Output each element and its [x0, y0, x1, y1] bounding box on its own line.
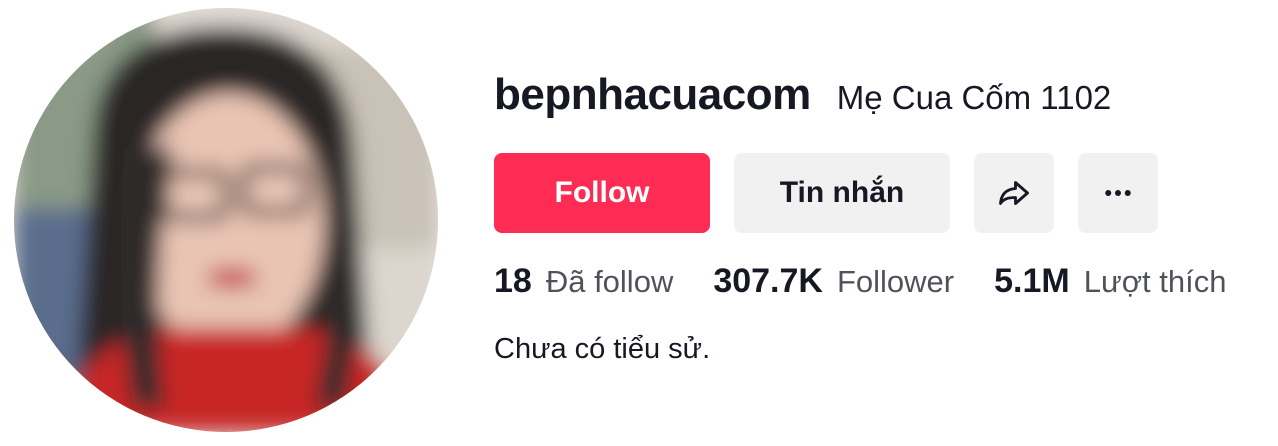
profile-header: bepnhacuacom Mẹ Cua Cốm 1102 Follow Tin … [0, 0, 1278, 446]
follow-button[interactable]: Follow [494, 153, 710, 233]
followers-label: Follower [836, 264, 955, 299]
username: bepnhacuacom [494, 70, 811, 119]
share-arrow-icon [999, 181, 1029, 205]
following-count: 18 [494, 262, 532, 300]
likes-label: Lượt thích [1083, 264, 1227, 299]
message-button[interactable]: Tin nhắn [734, 153, 950, 233]
more-dots-icon [1105, 190, 1131, 196]
bio-text: Chưa có tiểu sử. [494, 333, 711, 365]
profile-info: bepnhacuacom Mẹ Cua Cốm 1102 Follow Tin … [494, 0, 1278, 446]
stat-followers[interactable]: 307.7K Follower [713, 262, 954, 301]
stat-following[interactable]: 18 Đã follow [494, 262, 673, 301]
nickname: Mẹ Cua Cốm 1102 [836, 79, 1112, 116]
following-label: Đã follow [545, 264, 674, 299]
more-button[interactable] [1078, 153, 1158, 233]
avatar-image [14, 8, 438, 432]
likes-count: 5.1M [994, 262, 1070, 300]
stats-row: 18 Đã follow 307.7K Follower 5.1M Lượt t… [494, 262, 1266, 301]
stat-likes: 5.1M Lượt thích [994, 262, 1226, 301]
action-buttons: Follow Tin nhắn [494, 153, 1158, 233]
title-row: bepnhacuacom Mẹ Cua Cốm 1102 [494, 70, 1111, 120]
followers-count: 307.7K [713, 262, 823, 300]
share-button[interactable] [974, 153, 1054, 233]
avatar[interactable] [14, 8, 438, 432]
